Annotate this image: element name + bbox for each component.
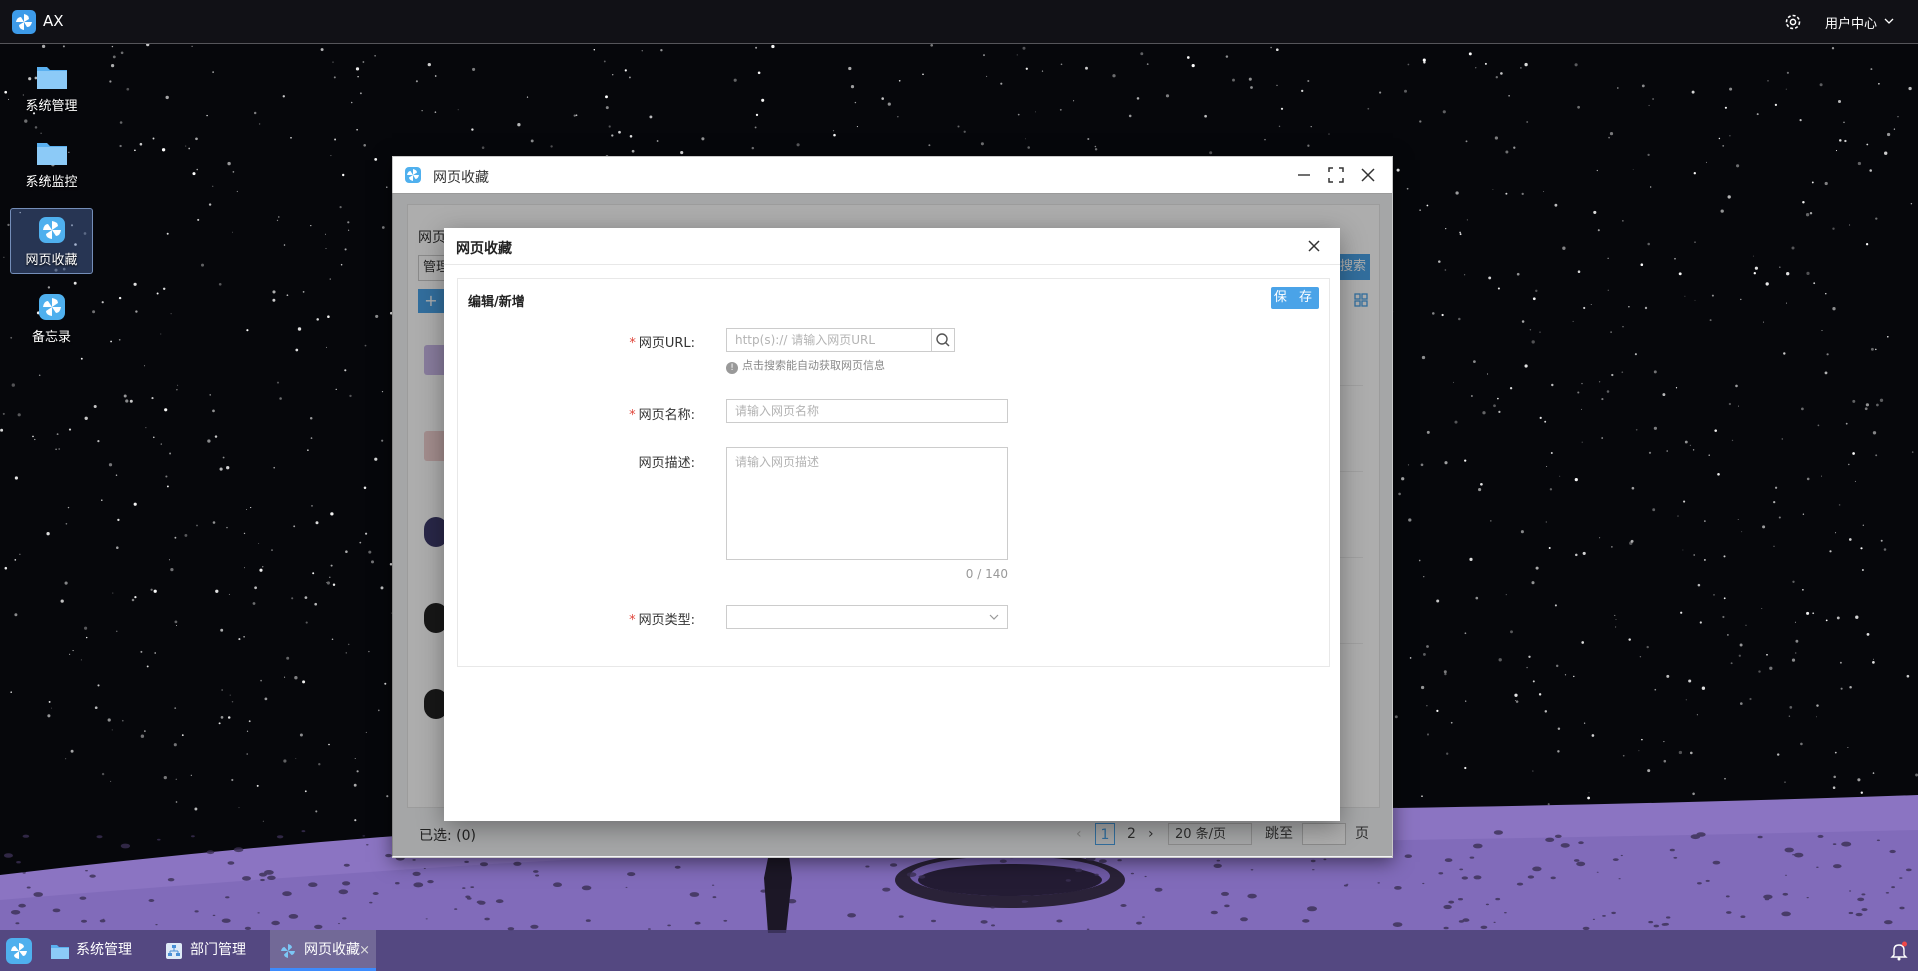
url-placeholder: 请输入网页URL [791, 333, 876, 347]
url-hint-text: 点击搜索能自动获取网页信息 [742, 359, 885, 372]
name-label: * 网页名称: [545, 404, 695, 423]
info-icon: ! [726, 362, 738, 374]
task-system-management[interactable]: 系统管理 [42, 930, 152, 971]
description-placeholder: 请输入网页描述 [735, 455, 820, 469]
app-name: AX [43, 12, 64, 30]
description-label-text: 网页描述: [638, 456, 695, 471]
close-icon[interactable] [1358, 165, 1378, 185]
chevron-down-icon [989, 614, 999, 620]
required-mark: * [629, 336, 636, 351]
pinwheel-icon [38, 294, 65, 320]
edit-form-card: 编辑/新增 保 存 * 网页URL: http(s):// 请输入网页URL ! 点… [457, 278, 1330, 667]
desktop-icon-memo[interactable]: 备忘录 [10, 285, 93, 351]
required-mark: * [629, 408, 636, 423]
url-hint: ! 点击搜索能自动获取网页信息 [726, 357, 885, 374]
maximize-icon[interactable] [1326, 165, 1346, 185]
bell-icon[interactable] [1890, 941, 1908, 961]
description-label: 网页描述: [545, 452, 695, 471]
card-title: 编辑/新增 [468, 295, 525, 310]
minimize-icon[interactable] [1294, 165, 1314, 185]
description-textarea[interactable]: 请输入网页描述 [726, 447, 1008, 560]
name-placeholder: 请输入网页名称 [735, 404, 820, 418]
dialog-title: 网页收藏 [456, 241, 512, 257]
pinwheel-icon [405, 167, 421, 183]
card-header: 编辑/新增 保 存 [458, 279, 1329, 316]
task-label: 系统管理 [76, 942, 132, 958]
top-bar: AX 用户中心 [0, 0, 1918, 44]
dialog-header: 网页收藏 [444, 228, 1340, 265]
desktop-icon-label: 系统管理 [25, 99, 78, 114]
name-input[interactable]: 请输入网页名称 [726, 399, 1008, 423]
folder-icon [36, 67, 67, 89]
url-search-button[interactable] [931, 328, 955, 352]
folder-icon [36, 143, 67, 165]
close-icon[interactable]: × [359, 930, 370, 971]
user-center-menu[interactable]: 用户中心 [1825, 13, 1877, 32]
taskbar: 系统管理 部门管理 网页收藏 × [0, 930, 1918, 971]
pinwheel-icon [281, 944, 295, 958]
task-web-favorites[interactable]: 网页收藏 × [270, 930, 376, 971]
save-button[interactable]: 保 存 [1271, 287, 1319, 309]
desktop-icon-label: 备忘录 [31, 330, 71, 345]
folder-icon [51, 945, 69, 959]
name-label-text: 网页名称: [638, 408, 695, 423]
desktop-icon-system-management[interactable]: 系统管理 [10, 54, 93, 120]
url-prefix: http(s):// [735, 333, 788, 347]
search-icon [936, 333, 950, 347]
pinwheel-icon [38, 217, 65, 243]
type-label: * 网页类型: [545, 609, 695, 628]
url-input[interactable]: http(s):// 请输入网页URL [726, 328, 932, 352]
start-menu-icon[interactable] [6, 938, 32, 964]
gear-icon[interactable] [1783, 12, 1803, 32]
chevron-down-icon[interactable] [1884, 17, 1894, 25]
task-label: 网页收藏 [304, 942, 360, 958]
desktop-icon-label: 系统监控 [25, 175, 78, 190]
pinwheel-logo-icon[interactable] [12, 10, 36, 34]
url-label-text: 网页URL: [638, 336, 695, 351]
task-department-management[interactable]: 部门管理 [156, 930, 266, 971]
desktop-icon-system-monitor[interactable]: 系统监控 [10, 130, 93, 196]
window-title-bar[interactable]: 网页收藏 [393, 157, 1392, 194]
type-label-text: 网页类型: [638, 613, 695, 628]
edit-favorite-dialog: 网页收藏 编辑/新增 保 存 * 网页URL: http(s):// 请输入网页U… [444, 228, 1340, 821]
org-chart-icon [166, 943, 182, 959]
desktop-icon-web-favorites[interactable]: 网页收藏 [10, 208, 93, 274]
description-counter: 0 / 140 [965, 567, 1008, 581]
url-label: * 网页URL: [545, 332, 695, 351]
desktop-icon-label: 网页收藏 [25, 253, 78, 268]
type-select[interactable] [726, 605, 1008, 629]
task-label: 部门管理 [190, 942, 246, 958]
close-icon[interactable] [1304, 236, 1324, 256]
required-mark: * [629, 613, 636, 628]
window-title: 网页收藏 [433, 170, 489, 186]
